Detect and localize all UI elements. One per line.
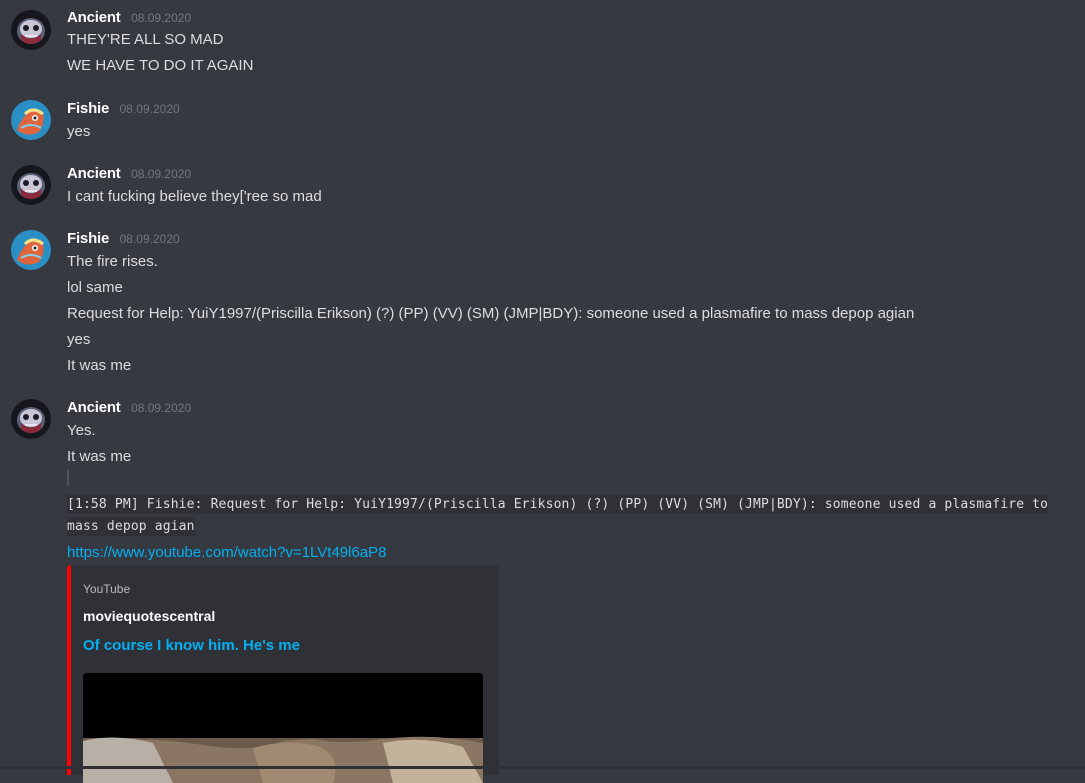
message-text: I cant fucking believe they['ree so mad bbox=[67, 188, 322, 205]
message-text: It was me bbox=[67, 448, 132, 465]
message-header: Ancient 08.09.2020 bbox=[67, 9, 191, 29]
username[interactable]: Fishie bbox=[67, 230, 109, 247]
message-text: Yes. bbox=[67, 422, 96, 439]
ancient-avatar-icon[interactable] bbox=[11, 10, 51, 50]
ancient-avatar-icon[interactable] bbox=[11, 399, 51, 439]
youtube-link[interactable]: https://www.youtube.com/watch?v=1LVt49l6… bbox=[67, 543, 387, 563]
message-text: The fire rises. bbox=[67, 253, 158, 270]
youtube-embed: YouTube moviequotescentral Of course I k… bbox=[67, 565, 499, 783]
message-header: Fishie 08.09.2020 bbox=[67, 100, 180, 120]
message-header: Ancient 08.09.2020 bbox=[67, 399, 191, 419]
username[interactable]: Ancient bbox=[67, 9, 121, 26]
timestamp: 08.09.2020 bbox=[131, 167, 192, 181]
fishie-avatar-icon[interactable] bbox=[11, 100, 51, 140]
message-text: Request for Help: YuiY1997/(Priscilla Er… bbox=[67, 305, 915, 322]
message-header: Ancient 08.09.2020 bbox=[67, 165, 191, 185]
message-text: yes bbox=[67, 123, 91, 140]
code-line: mass depop agian bbox=[67, 517, 195, 536]
message-text: WE HAVE TO DO IT AGAIN bbox=[67, 57, 254, 74]
message-text: yes bbox=[67, 331, 91, 348]
fishie-avatar-icon[interactable] bbox=[11, 230, 51, 270]
message-text: THEY'RE ALL SO MAD bbox=[67, 31, 224, 48]
code-block-bar bbox=[67, 470, 69, 486]
username[interactable]: Ancient bbox=[67, 399, 121, 416]
username[interactable]: Ancient bbox=[67, 165, 121, 182]
message-text: lol same bbox=[67, 279, 123, 296]
message-text: It was me bbox=[67, 357, 132, 374]
ancient-avatar-icon[interactable] bbox=[11, 165, 51, 205]
code-line: [1:58 PM] Fishie: Request for Help: YuiY… bbox=[67, 495, 1049, 514]
timestamp: 08.09.2020 bbox=[119, 102, 180, 116]
embed-title[interactable]: Of course I know him. He's me bbox=[83, 637, 300, 654]
message-header: Fishie 08.09.2020 bbox=[67, 230, 180, 250]
timestamp: 08.09.2020 bbox=[131, 11, 192, 25]
embed-author[interactable]: moviequotescentral bbox=[83, 608, 215, 624]
timestamp: 08.09.2020 bbox=[119, 232, 180, 246]
embed-provider[interactable]: YouTube bbox=[83, 582, 130, 596]
code-block: [1:58 PM] Fishie: Request for Help: YuiY… bbox=[67, 470, 1055, 538]
username[interactable]: Fishie bbox=[67, 100, 109, 117]
timestamp: 08.09.2020 bbox=[131, 401, 192, 415]
chat-messages: Ancient 08.09.2020 THEY'RE ALL SO MAD WE… bbox=[0, 0, 1085, 783]
